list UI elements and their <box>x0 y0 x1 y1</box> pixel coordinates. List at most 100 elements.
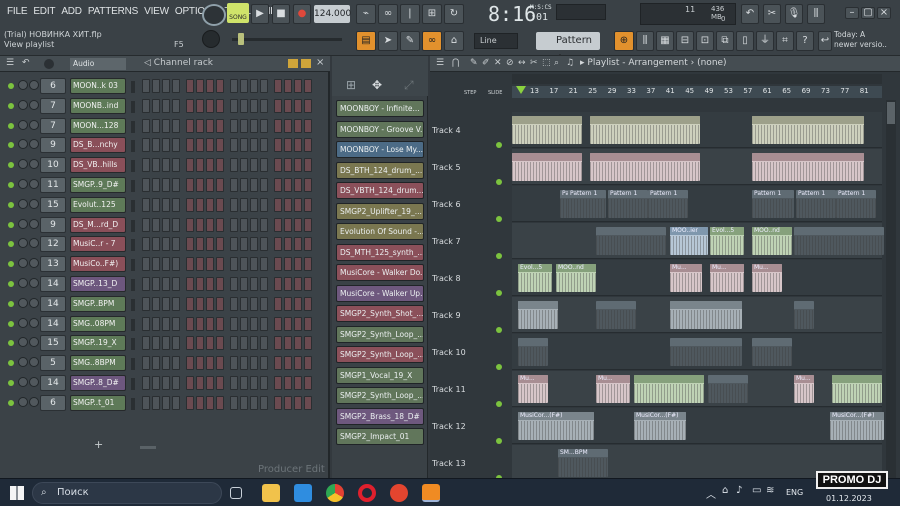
track-lane[interactable]: MOO..ier Evol...5 MOO..nd <box>512 223 884 259</box>
step-button[interactable] <box>142 98 150 113</box>
microphone-icon[interactable]: 🎙 <box>785 4 803 24</box>
audio-clip[interactable] <box>794 301 814 329</box>
select-tool-icon[interactable]: ⬚ <box>542 58 551 68</box>
step-button[interactable] <box>230 158 238 173</box>
audio-clip[interactable]: MOO..ier <box>670 227 708 255</box>
picker-clip-item[interactable]: MOONBOY - Infinite... <box>336 100 424 117</box>
track-header[interactable]: Track 13 <box>432 459 506 468</box>
step-button[interactable] <box>142 118 150 133</box>
step-button[interactable] <box>284 79 292 93</box>
master-pitch-handle[interactable] <box>238 33 244 45</box>
channel-select-indicator[interactable] <box>131 219 135 232</box>
step-button[interactable] <box>274 336 282 351</box>
channel-name-button[interactable]: MusiC..r - 7 <box>70 236 126 253</box>
playlist-overview[interactable] <box>512 74 882 84</box>
step-button[interactable] <box>196 138 204 153</box>
step-button[interactable] <box>162 158 170 173</box>
rack-back-icon[interactable]: ↶ <box>22 58 30 68</box>
channel-mixer-track[interactable]: 14 <box>40 315 66 332</box>
step-button[interactable] <box>294 197 302 212</box>
step-button[interactable] <box>260 277 268 291</box>
step-button[interactable] <box>274 395 282 410</box>
step-button[interactable] <box>274 98 282 113</box>
step-button[interactable] <box>274 277 282 291</box>
rack-close-icon[interactable]: × <box>316 57 324 68</box>
step-button[interactable] <box>142 178 150 192</box>
step-button[interactable] <box>240 98 248 113</box>
channel-mute-led[interactable] <box>8 380 14 386</box>
task-view-icon[interactable] <box>230 487 242 499</box>
step-button[interactable] <box>152 138 160 153</box>
step-button[interactable] <box>274 138 282 153</box>
step-button[interactable] <box>216 376 224 390</box>
step-button[interactable] <box>240 118 248 133</box>
channel-name-button[interactable]: SMG..08PM <box>70 315 126 332</box>
step-button[interactable] <box>250 158 258 173</box>
step-button[interactable] <box>196 98 204 113</box>
channel-name-button[interactable]: MOONB..ind <box>70 97 126 114</box>
step-button[interactable] <box>152 316 160 331</box>
channel-name-button[interactable]: DS_VB..hills <box>70 157 126 174</box>
step-button[interactable] <box>172 376 180 390</box>
step-button[interactable] <box>230 336 238 351</box>
rack-options-icon[interactable]: ☰ <box>6 58 14 68</box>
step-button[interactable] <box>284 217 292 232</box>
audio-clip[interactable] <box>518 301 558 329</box>
step-button[interactable] <box>206 178 214 192</box>
step-button[interactable] <box>186 336 194 351</box>
picker-clip-item[interactable]: Evolution Of Sound -... <box>336 223 424 240</box>
step-button[interactable] <box>162 178 170 192</box>
link-icon[interactable]: ∞ <box>422 31 442 51</box>
channel-pan-knob[interactable] <box>18 80 28 90</box>
picker-clip-item[interactable]: DS_VBTH_124_drum... <box>336 182 424 199</box>
channel-mute-led[interactable] <box>8 102 14 109</box>
track-header[interactable]: Track 10 <box>432 348 506 357</box>
audio-clip[interactable]: MOO..nd <box>556 264 596 292</box>
audio-clip[interactable]: Pattern 1 <box>796 190 836 218</box>
cut-icon[interactable]: ✂ <box>763 4 781 24</box>
file-icon[interactable]: ▯ <box>736 31 754 51</box>
step-button[interactable] <box>250 395 258 410</box>
channel-select-indicator[interactable] <box>131 298 135 311</box>
step-button[interactable] <box>196 296 204 311</box>
step-button[interactable] <box>250 138 258 153</box>
track-lane[interactable] <box>512 149 882 185</box>
step-button[interactable] <box>186 98 194 113</box>
step-button[interactable] <box>304 237 312 252</box>
audio-clip[interactable]: Pattern 1 <box>648 190 688 218</box>
picker-clip-item[interactable]: MOONBOY - Lose My... <box>336 141 424 158</box>
sliders-icon[interactable]: ⫼ <box>807 4 825 24</box>
audio-clip[interactable]: Evol...5 <box>710 227 744 255</box>
step-button[interactable] <box>196 395 204 410</box>
channel-mixer-track[interactable]: 10 <box>40 157 66 174</box>
channel-mixer-track[interactable]: 5 <box>40 355 66 372</box>
step-button[interactable] <box>250 178 258 192</box>
step-button[interactable] <box>294 158 302 173</box>
channel-volume-knob[interactable] <box>29 238 39 249</box>
stop-button[interactable]: ■ <box>272 4 290 24</box>
audio-clip[interactable] <box>590 153 700 181</box>
channel-mixer-track[interactable]: 11 <box>40 177 66 193</box>
step-button[interactable] <box>142 277 150 291</box>
channel-select-indicator[interactable] <box>131 160 135 173</box>
step-button[interactable] <box>186 316 194 331</box>
loop-record-icon[interactable]: ↻ <box>444 4 464 24</box>
arrow-icon[interactable]: ➤ <box>378 31 398 51</box>
step-button[interactable] <box>240 79 248 93</box>
channel-volume-knob[interactable] <box>29 357 39 368</box>
audio-clip[interactable] <box>634 375 704 403</box>
hat-icon[interactable]: ⌂ <box>444 31 464 51</box>
step-button[interactable] <box>216 98 224 113</box>
step-button[interactable] <box>142 237 150 252</box>
step-button[interactable] <box>152 79 160 93</box>
channel-row[interactable]: 9 DS_B...nchy <box>0 135 330 155</box>
channel-pan-knob[interactable] <box>18 258 28 269</box>
step-button[interactable] <box>294 277 302 291</box>
step-button[interactable] <box>152 158 160 173</box>
step-button[interactable] <box>216 197 224 212</box>
step-button[interactable] <box>206 296 214 311</box>
channel-mixer-track[interactable]: 7 <box>40 117 66 134</box>
rack-graph-icon[interactable] <box>288 59 298 68</box>
channel-row[interactable]: 7 MOON...128 <box>0 116 330 136</box>
step-button[interactable] <box>206 217 214 232</box>
